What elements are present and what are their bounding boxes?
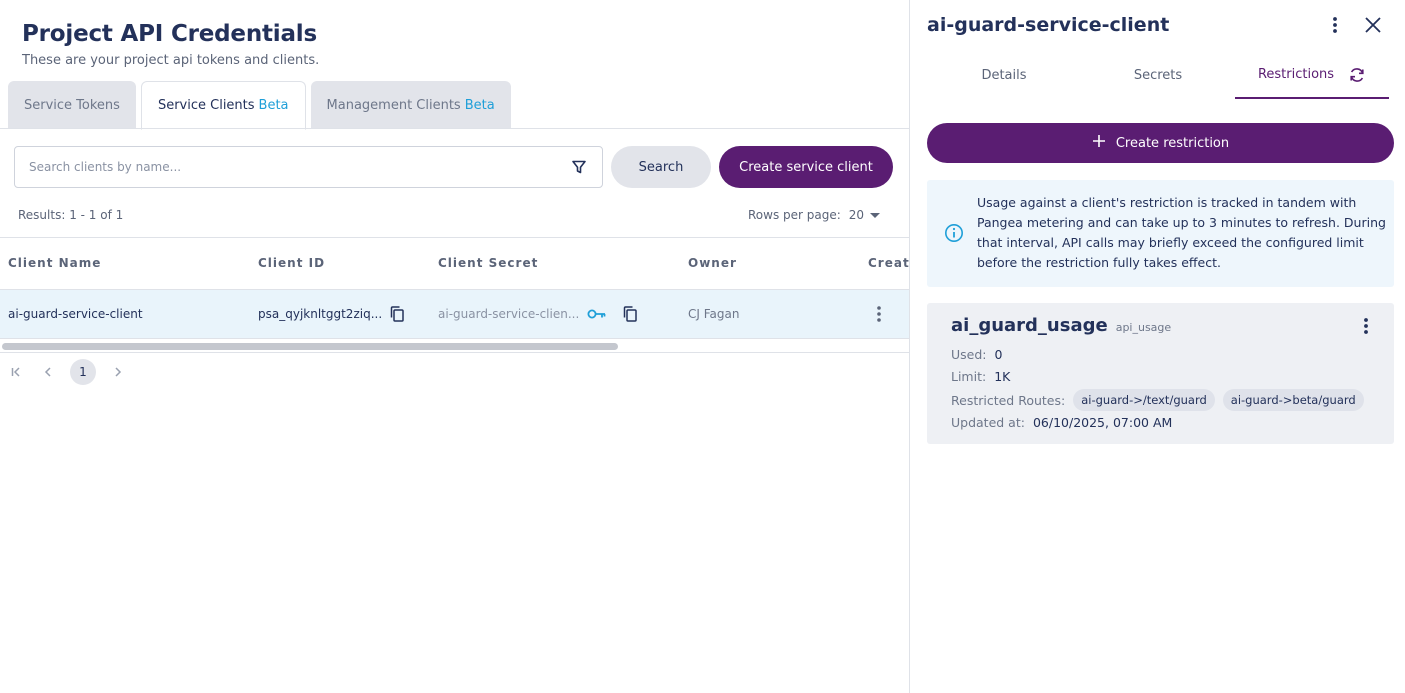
create-service-client-button[interactable]: Create service client: [719, 146, 893, 188]
client-secret-cell: ai-guard-service-clien...: [438, 290, 639, 338]
close-icon[interactable]: [1362, 14, 1384, 36]
owner-cell: CJ Fagan: [688, 307, 740, 321]
next-page-icon[interactable]: [108, 360, 128, 384]
caret-down-icon: [870, 212, 881, 218]
search-input[interactable]: [29, 160, 570, 174]
client-drawer: ai-guard-service-client Details Secrets …: [909, 0, 1405, 693]
column-header-client-id[interactable]: Client ID: [258, 256, 325, 270]
rows-per-page: Rows per page: 20: [748, 208, 881, 222]
pagination: 1: [6, 359, 128, 385]
limit-label: Limit:: [951, 369, 987, 384]
credential-tabs: Service Tokens Service Clients Beta Manag…: [8, 81, 511, 130]
main-panel: Project API Credentials These are your p…: [0, 0, 909, 693]
restriction-header: ai_guard_usage api_usage: [951, 315, 1171, 336]
restriction-name: ai_guard_usage: [951, 315, 1108, 336]
search-box: [14, 146, 603, 188]
beta-badge: Beta: [258, 98, 289, 113]
client-secret-value: ai-guard-service-clien...: [438, 307, 580, 321]
tab-details[interactable]: Details: [927, 52, 1081, 99]
drawer-title: ai-guard-service-client: [927, 14, 1170, 36]
tab-service-clients[interactable]: Service Clients Beta: [140, 81, 306, 130]
routes-row: Restricted Routes: ai-guard->/text/guard…: [951, 389, 1364, 411]
horizontal-scrollbar[interactable]: [0, 341, 909, 353]
beta-badge: Beta: [464, 97, 495, 113]
copy-icon[interactable]: [388, 305, 406, 323]
create-restriction-label: Create restriction: [1115, 135, 1230, 151]
restriction-type: api_usage: [1115, 321, 1172, 334]
client-id-value: psa_qyjknltggt2ziq...: [258, 307, 383, 321]
limit-row: Limit: 1K: [951, 369, 1010, 384]
page-subtitle: These are your project api tokens and cl…: [22, 53, 320, 68]
search-button[interactable]: Search: [611, 146, 711, 188]
scrollbar-thumb[interactable]: [2, 343, 618, 350]
tab-label: Restrictions: [1257, 67, 1335, 82]
routes-label: Restricted Routes:: [951, 392, 1066, 408]
key-icon[interactable]: [587, 307, 607, 321]
rows-per-page-label: Rows per page:: [748, 208, 841, 222]
first-page-icon[interactable]: [6, 360, 26, 384]
client-name-cell: ai-guard-service-client: [8, 307, 143, 321]
column-header-client-secret[interactable]: Client Secret: [438, 256, 538, 270]
tab-service-tokens[interactable]: Service Tokens: [8, 81, 136, 129]
tab-management-clients[interactable]: Management Clients Beta: [310, 81, 511, 129]
used-value: 0: [994, 347, 1003, 362]
row-more-icon[interactable]: [869, 304, 889, 324]
previous-page-icon[interactable]: [38, 360, 58, 384]
tabs-divider: [0, 128, 909, 129]
client-id-cell: psa_qyjknltggt2ziq...: [258, 290, 406, 338]
rows-per-page-value: 20: [848, 208, 865, 222]
used-label: Used:: [951, 347, 987, 362]
tab-label: Details: [981, 68, 1027, 83]
column-header-created[interactable]: Creat: [868, 256, 909, 270]
drawer-more-icon[interactable]: [1324, 14, 1346, 36]
route-chip: ai-guard->beta/guard: [1222, 389, 1364, 411]
tab-restrictions[interactable]: Restrictions: [1235, 52, 1389, 99]
copy-icon[interactable]: [621, 305, 639, 323]
info-banner: Usage against a client's restriction is …: [927, 180, 1394, 287]
tab-secrets[interactable]: Secrets: [1081, 52, 1235, 99]
page-title: Project API Credentials: [22, 21, 317, 47]
restriction-more-icon[interactable]: [1355, 315, 1377, 337]
restriction-card: ai_guard_usage api_usage Used: 0 Limit: …: [927, 303, 1394, 444]
column-header-owner[interactable]: Owner: [688, 256, 737, 270]
updated-value: 06/10/2025, 07:00 AM: [1032, 415, 1173, 430]
tab-label: Secrets: [1133, 68, 1183, 83]
table-row[interactable]: ai-guard-service-client psa_qyjknltggt2z…: [0, 289, 909, 339]
page-button[interactable]: 1: [70, 359, 96, 385]
route-chip: ai-guard->/text/guard: [1073, 389, 1215, 411]
info-text: Usage against a client's restriction is …: [977, 195, 1386, 270]
filter-icon[interactable]: [570, 158, 588, 176]
refresh-icon[interactable]: [1348, 66, 1366, 84]
limit-value: 1K: [994, 369, 1011, 384]
rows-per-page-select[interactable]: 20: [848, 208, 881, 222]
used-row: Used: 0: [951, 347, 1002, 362]
updated-label: Updated at:: [951, 415, 1025, 430]
updated-row: Updated at: 06/10/2025, 07:00 AM: [951, 415, 1172, 430]
create-restriction-button[interactable]: Create restriction: [927, 123, 1394, 163]
table-divider: [0, 237, 909, 238]
tab-label: Service Tokens: [24, 97, 120, 113]
tab-label: Service Clients: [157, 98, 255, 113]
info-icon: [944, 223, 964, 247]
app: Project API Credentials These are your p…: [0, 0, 1405, 693]
plus-icon: [1092, 134, 1106, 152]
column-header-client-name[interactable]: Client Name: [8, 256, 101, 270]
results-count: Results: 1 - 1 of 1: [18, 208, 124, 222]
tab-label: Management Clients: [326, 97, 461, 113]
drawer-tabs: Details Secrets Restrictions: [927, 52, 1389, 99]
